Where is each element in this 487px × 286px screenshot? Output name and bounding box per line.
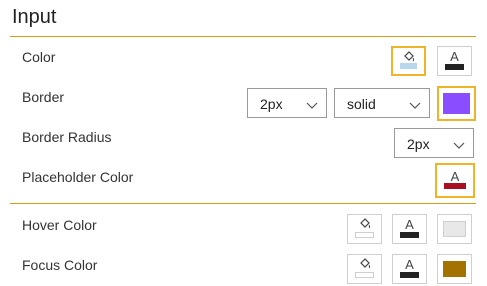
placeholder-color-button[interactable]: A <box>435 163 475 198</box>
hover-border-button[interactable] <box>437 214 472 244</box>
focus-fill-button[interactable] <box>347 254 382 284</box>
border-radius-select[interactable]: 2px <box>394 128 474 158</box>
section-divider <box>10 36 476 37</box>
focus-color-label: Focus Color <box>22 257 98 273</box>
border-style-value: solid <box>347 96 376 112</box>
font-color-icon: A <box>405 257 414 272</box>
chevron-down-icon <box>409 97 421 113</box>
border-label: Border <box>22 89 65 105</box>
border-radius-label: Border Radius <box>22 129 112 145</box>
focus-border-button[interactable] <box>437 254 472 284</box>
hover-font-button[interactable]: A <box>392 214 427 244</box>
placeholder-color-label: Placeholder Color <box>22 169 134 185</box>
focus-font-button[interactable]: A <box>392 254 427 284</box>
color-fill-button[interactable] <box>391 46 426 76</box>
section-title: Input <box>12 6 57 28</box>
hover-color-label: Hover Color <box>22 217 97 233</box>
section-divider <box>10 203 476 204</box>
chevron-down-icon <box>306 97 318 113</box>
border-width-value: 2px <box>260 96 283 112</box>
hover-fill-button[interactable] <box>347 214 382 244</box>
font-color-icon: A <box>405 217 414 232</box>
chevron-down-icon <box>453 137 465 153</box>
border-radius-value: 2px <box>407 136 430 152</box>
border-style-select[interactable]: solid <box>334 88 430 118</box>
font-color-icon: A <box>450 49 459 64</box>
color-label: Color <box>22 49 56 65</box>
color-font-button[interactable]: A <box>437 46 472 76</box>
border-color-button[interactable] <box>437 86 476 121</box>
border-width-select[interactable]: 2px <box>247 88 327 118</box>
